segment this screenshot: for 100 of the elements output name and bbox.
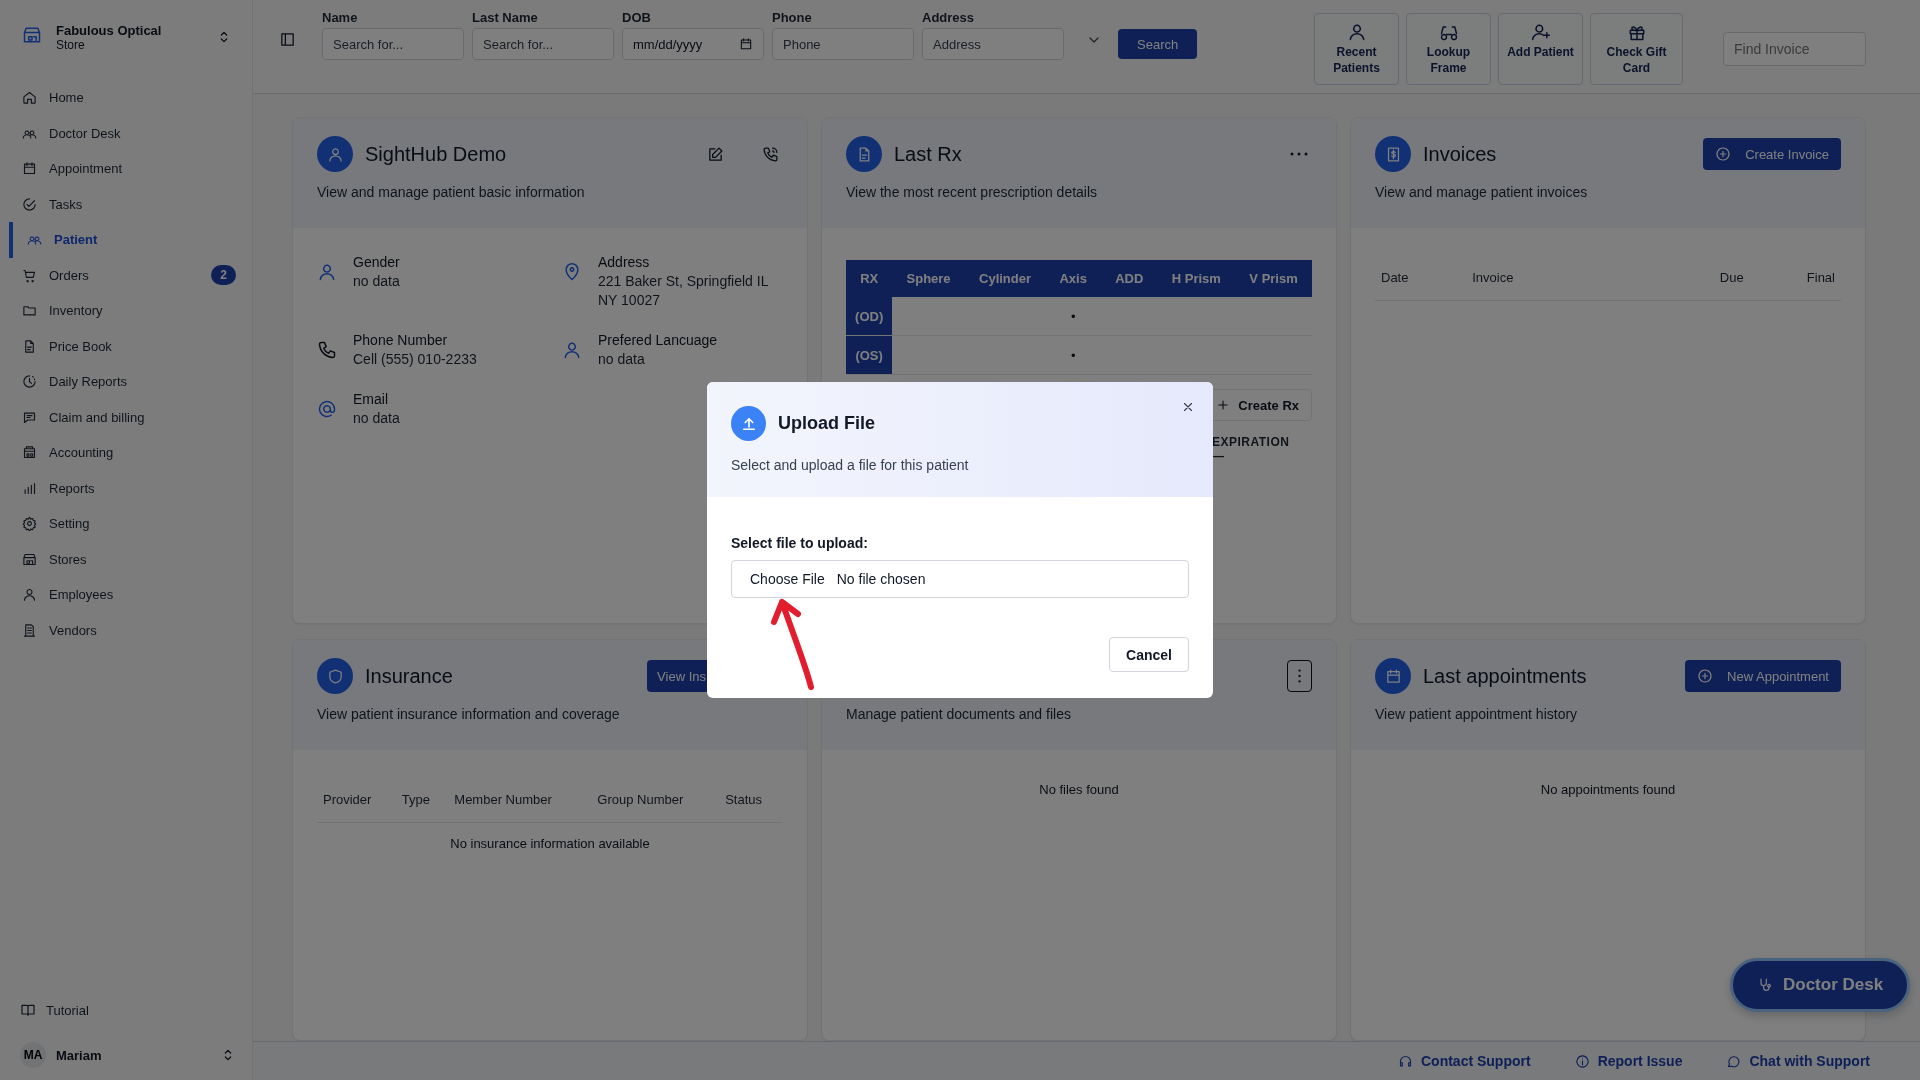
column-header: Cylinder [964,260,1046,297]
sidebar-item[interactable]: Inventory [9,293,236,329]
sidebar-item[interactable]: Accounting [9,435,236,471]
column-header: ADD [1101,260,1158,297]
cart-icon [22,267,37,283]
dialog-subtitle: Select and upload a file for this patient [731,457,970,473]
sidebar-item[interactable]: Price Book [9,328,236,364]
search-field[interactable]: Search for... [472,28,614,60]
more-icon [1290,152,1308,156]
field-label: Address [598,254,651,270]
column-header: Member Number [448,776,592,823]
create-invoice-button[interactable]: Create Invoice [1703,138,1841,170]
sidebar-item[interactable]: Setting [9,506,236,542]
new-appointment-button[interactable]: New Appointment [1685,660,1841,692]
chat-bubble-icon [1726,1053,1742,1069]
field-label: Phone [772,10,813,25]
field-label: DOB [622,10,652,25]
column-header: Sphere [892,260,965,297]
user-menu[interactable]: MA Mariam [20,1042,236,1068]
building-icon [22,445,37,461]
search-field[interactable]: Search for... [322,28,464,60]
table-cell: • [1045,335,1102,375]
empty-message: No files found [1038,782,1120,797]
table-cell: • [1045,297,1102,336]
support-link[interactable]: Chat with Support [1720,1052,1876,1070]
date-field[interactable]: mm/dd/yyyy [622,28,764,60]
card-subtitle: View patient appointment history [1375,706,1579,722]
field-label: Email [353,390,389,407]
card-subtitle: View the most recent prescription details [846,184,1099,200]
store-icon [22,25,42,45]
store-name: Fabulous Optical [56,22,163,38]
home-icon [22,90,37,106]
settings-icon [22,516,37,532]
file-input[interactable]: Choose File No file chosen [731,560,1189,598]
card-subtitle: View and manage patient basic information [317,184,586,200]
search-button[interactable]: Search [1118,29,1198,59]
quick-action-button[interactable]: Add Patient [1498,13,1583,85]
search-field[interactable]: Address [922,28,1064,60]
support-link[interactable]: Contact Support [1392,1052,1537,1070]
more-options-button[interactable] [1286,660,1312,692]
row-header: (OS) [846,335,893,375]
building-icon [22,622,37,638]
empty-message: No appointments found [1539,782,1677,797]
column-header: Axis [1045,260,1102,297]
sidebar-item[interactable]: Patient [9,222,236,258]
sidebar-item[interactable]: Reports [9,470,236,506]
column-header: Due [1650,254,1750,301]
column-header: Group Number [591,776,720,823]
info-icon [1574,1053,1590,1069]
column-header: Date [1375,254,1467,301]
field-label: Prefered Lancuage [598,331,718,348]
sidebar-item[interactable]: Claim and billing [9,399,236,435]
field-value: no data [598,349,646,369]
quick-action-button[interactable]: Lookup Frame [1406,13,1491,85]
document-icon [22,338,37,354]
book-icon [20,1002,36,1018]
store-switcher[interactable]: Fabulous Optical Store [0,10,252,60]
doctor-desk-button[interactable]: Doctor Desk [1730,958,1911,1012]
panel-icon [279,31,296,48]
find-invoice-field[interactable]: Find Invoice [1723,32,1866,66]
file-status: No file chosen [836,571,926,587]
sidebar-item[interactable]: Appointment [9,151,236,187]
field-label: Select file to upload: [731,535,869,551]
empty-message: No insurance information available [317,822,783,863]
sidebar-item[interactable]: Vendors [9,612,236,648]
at-sign-icon [317,398,337,419]
card-title: SightHub Demo [365,142,508,166]
field-value: no data [353,408,400,428]
person-icon [317,262,337,282]
column-header: Status [719,776,783,823]
quick-action-button[interactable]: Recent Patients [1314,13,1399,85]
calendar-icon [22,161,37,177]
sidebar-item[interactable]: Home [9,80,236,116]
sidebar-item[interactable]: Orders 2 [9,257,236,293]
cancel-button[interactable]: Cancel [1109,637,1189,672]
quick-action-button[interactable]: Check Gift Card [1590,13,1683,85]
column-header: Type [395,776,449,823]
add-person-icon [1530,22,1551,42]
card-title: Last appointments [1423,664,1588,688]
sidebar-item[interactable]: Stores [9,541,236,577]
sidebar-item[interactable]: Daily Reports [9,364,236,400]
card-subtitle: View patient insurance information and coverage [317,706,621,722]
card-title: Last Rx [894,142,963,166]
sidebar-item[interactable]: Tasks [9,186,236,222]
stethoscope-icon [1757,977,1773,993]
column-header: Final [1749,254,1841,301]
column-header: V Prism [1235,260,1312,297]
search-field[interactable]: Phone [772,28,914,60]
row-header: (OD) [846,297,893,336]
count-badge: 2 [211,265,236,286]
support-link[interactable]: Report Issue [1568,1052,1689,1070]
field-value: no data [353,272,400,291]
store-icon [22,551,37,567]
card-subtitle: View and manage patient invoices [1375,184,1589,200]
dialog-title: Upload File [778,413,875,434]
tutorial-link[interactable]: Tutorial [20,1002,236,1018]
choose-file-button[interactable]: Choose File [750,571,825,587]
sidebar-item[interactable]: Employees [9,577,236,613]
field-label: Phone Number [353,331,449,348]
sidebar-item[interactable]: Doctor Desk [9,115,236,151]
